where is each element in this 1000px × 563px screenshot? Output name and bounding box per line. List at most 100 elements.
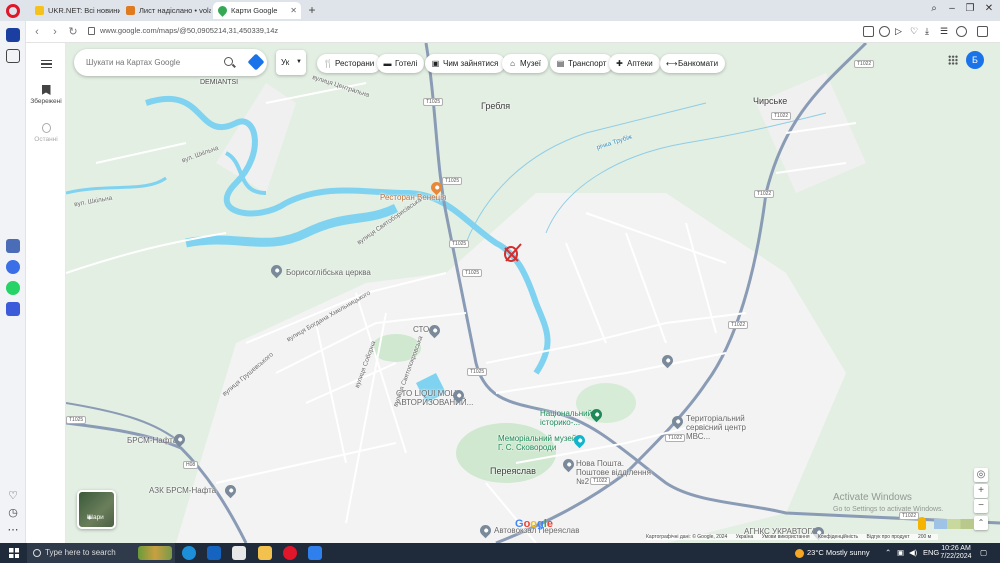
search-icon[interactable]: [224, 57, 233, 66]
forward-icon[interactable]: ›: [48, 25, 62, 39]
menu-hamburger-icon[interactable]: [41, 60, 52, 68]
edge-icon[interactable]: [182, 546, 196, 560]
reload-icon[interactable]: ↻: [66, 25, 80, 39]
label-sto[interactable]: СТО: [413, 325, 429, 334]
player-icon[interactable]: ▷: [895, 26, 906, 37]
history-icon: [41, 123, 51, 133]
museum-icon: ⌂: [510, 59, 515, 68]
whatsapp-icon[interactable]: [6, 281, 20, 295]
directions-icon[interactable]: [247, 53, 265, 71]
opera-sidebar: ♡ ◷ ⋯: [0, 21, 26, 543]
imagery-thumbnails[interactable]: [934, 519, 974, 529]
browser-tabbar: UKR.NET: Всі новини Украї Лист надіслано…: [0, 0, 1000, 21]
chip-pharmacies[interactable]: ✚ Аптеки: [609, 54, 660, 73]
download-icon[interactable]: ⤓: [925, 26, 936, 37]
explorer-icon[interactable]: [258, 546, 272, 560]
pegman-icon[interactable]: [918, 517, 926, 530]
app-icon[interactable]: [6, 302, 20, 316]
sun-icon: [795, 548, 804, 558]
language-chip[interactable]: Ук ▼: [276, 50, 306, 75]
tab-mail[interactable]: Лист надіслано • volandr: [121, 2, 211, 19]
more-icon[interactable]: ⋯: [6, 523, 20, 537]
search-highlight-icon[interactable]: [138, 546, 172, 560]
road-shield: T1022: [854, 60, 875, 68]
network-icon[interactable]: ▣: [897, 543, 904, 563]
chip-museums[interactable]: ⌂ Музеї: [502, 54, 549, 73]
aria-icon[interactable]: [6, 239, 20, 253]
label-service-center[interactable]: Територіальний сервісний центр МВС...: [686, 414, 766, 441]
close-window-icon[interactable]: ✕: [980, 3, 998, 14]
chip-transit[interactable]: ▤ Транспорт: [550, 54, 614, 73]
extension-icon[interactable]: [863, 26, 874, 37]
road-shield: T1025: [66, 416, 87, 424]
windows-icon[interactable]: [9, 548, 19, 558]
label-nova-poshta[interactable]: Нова Пошта. Поштове відділення №2: [576, 459, 656, 486]
tab-ukrnet[interactable]: UKR.NET: Всі новини Украї: [30, 2, 120, 19]
road-shield: T1022: [728, 321, 749, 329]
chip-things-to-do[interactable]: ▣ Чим зайнятися: [425, 54, 506, 73]
recent-button[interactable]: Останні: [26, 123, 66, 143]
zoom-out-icon[interactable]: −: [974, 499, 988, 513]
label-church[interactable]: Борисоглібська церква: [286, 268, 371, 277]
language-indicator[interactable]: ENG: [923, 543, 939, 563]
mail-favicon-icon: [126, 6, 135, 15]
chip-atms[interactable]: ⟷ Банкомати: [660, 54, 726, 73]
screen: UKR.NET: Всі новини Украї Лист надіслано…: [0, 0, 1000, 563]
heart-icon[interactable]: ♡: [910, 26, 921, 37]
weather-widget[interactable]: 23°C Mostly sunny: [795, 543, 870, 563]
store-icon[interactable]: [232, 546, 246, 560]
messenger-icon[interactable]: [6, 260, 20, 274]
road-shield: H08: [183, 461, 199, 469]
opera-taskbar-icon[interactable]: [283, 546, 297, 560]
road-shield: T1022: [665, 434, 686, 442]
saved-button[interactable]: Збережені: [26, 85, 66, 105]
search-input[interactable]: [86, 55, 216, 70]
label-azk-brsm[interactable]: АЗК БРСМ-Нафта: [149, 486, 216, 495]
heart-sidebar-icon[interactable]: ♡: [6, 489, 20, 503]
home-icon[interactable]: [6, 28, 20, 42]
label-chyrske: Чирське: [753, 96, 788, 106]
history-sidebar-icon[interactable]: ◷: [6, 506, 20, 520]
chip-hotels[interactable]: ▬ Готелі: [377, 54, 425, 73]
locate-icon[interactable]: ◎: [974, 468, 988, 482]
transit-icon: ▤: [556, 59, 565, 68]
opera-icon[interactable]: [6, 4, 20, 18]
app-taskbar-icon[interactable]: [308, 546, 322, 560]
url-field[interactable]: www.google.com/maps/@50,0905214,31,45033…: [100, 26, 278, 35]
menu-icon[interactable]: ☰: [940, 26, 951, 37]
cube-icon[interactable]: [977, 26, 988, 37]
road-shield: T1022: [771, 112, 792, 120]
mail-icon[interactable]: [207, 546, 221, 560]
label-brsm[interactable]: БРСМ-Нафта: [127, 436, 177, 445]
maximize-icon[interactable]: ❐: [961, 3, 979, 14]
volume-icon[interactable]: ◀): [909, 543, 917, 563]
snapshot-icon[interactable]: [879, 26, 890, 37]
close-tab-icon[interactable]: ✕: [290, 2, 297, 19]
tab-google-maps[interactable]: Карти Google ✕: [213, 2, 301, 19]
map-canvas[interactable]: Ук ▼ 🍴Ресторани ▬Готелі ▣Чим зайнятися ⌂…: [66, 43, 1000, 543]
label-museum-skovoroda[interactable]: Меморіальний музей Г. С. Сковороди: [498, 434, 578, 452]
profile-icon[interactable]: [956, 26, 967, 37]
apps-icon[interactable]: [948, 55, 958, 65]
minimize-icon[interactable]: –: [943, 3, 961, 14]
road-shield: T1025: [449, 240, 470, 248]
back-icon[interactable]: ‹: [30, 25, 44, 39]
notification-icon[interactable]: ▢: [980, 543, 987, 563]
expand-icon[interactable]: ⌃: [974, 516, 988, 530]
taskbar: Type here to search 23°C Mostly sunny ⌃ …: [0, 543, 1000, 563]
chip-restaurants[interactable]: 🍴 Ресторани: [317, 54, 382, 73]
restaurant-icon: 🍴: [323, 59, 333, 68]
search-tabs-icon[interactable]: ⌕: [925, 3, 943, 14]
camera-icon: ▣: [431, 59, 440, 68]
tray-chevron-icon[interactable]: ⌃: [885, 543, 891, 563]
account-avatar[interactable]: Б: [966, 51, 984, 69]
map-attribution: Картографічні дані: © Google, 2024 Украї…: [646, 534, 939, 540]
windows-activation-watermark: Activate Windows Go to Settings to activ…: [833, 492, 944, 513]
clock[interactable]: 10:26 AM 7/22/2024: [938, 545, 974, 561]
new-tab-button[interactable]: +: [305, 2, 319, 18]
road-shield: T1022: [590, 477, 611, 485]
zoom-in-icon[interactable]: +: [974, 484, 988, 498]
label-demiantsi: DEMIANTSI: [200, 79, 239, 86]
layers-button[interactable]: ◈ Шари: [77, 490, 116, 529]
speed-dial-icon[interactable]: [6, 49, 20, 63]
